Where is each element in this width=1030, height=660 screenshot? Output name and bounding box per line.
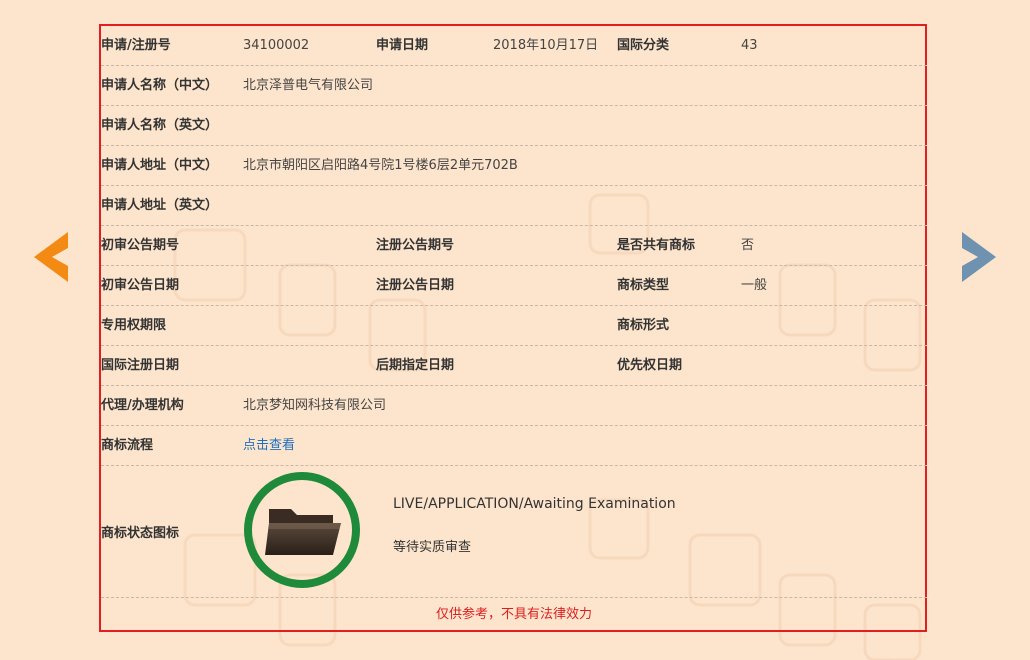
row-address-cn: 申请人地址（中文） 北京市朝阳区启阳路4号院1号楼6层2单元702B — [101, 146, 927, 186]
tm-form-label: 商标形式 — [617, 318, 670, 333]
row-address-en: 申请人地址（英文） — [101, 186, 927, 226]
address-en-label: 申请人地址（英文） — [101, 198, 219, 213]
trademark-detail-panel: 申请/注册号 34100002 申请日期 2018年10月17日 国际分类 43… — [99, 24, 927, 632]
row-applicant-cn: 申请人名称（中文） 北京泽普电气有限公司 — [101, 66, 927, 106]
status-cn: 等待实质审查 — [393, 540, 472, 555]
row-intl-dates: 国际注册日期 后期指定日期 优先权日期 — [101, 346, 927, 386]
reg-pub-date-label: 注册公告日期 — [376, 278, 455, 293]
reg-no-value: 34100002 — [243, 38, 310, 53]
disclaimer: 仅供参考，不具有法律效力 — [435, 607, 592, 622]
priority-date-label: 优先权日期 — [617, 358, 683, 373]
shared-label: 是否共有商标 — [617, 238, 696, 253]
row-prelim-date: 初审公告日期 注册公告日期 商标类型 一般 — [101, 266, 927, 306]
shared-value: 否 — [741, 238, 755, 253]
reg-no-label: 申请/注册号 — [101, 38, 171, 53]
applicant-cn-value: 北京泽普电气有限公司 — [243, 78, 374, 93]
status-section: 商标状态图标 LIVE/APPLICATION/Awaiting Examina… — [101, 466, 927, 598]
row-exclusive: 专用权期限 商标形式 — [101, 306, 927, 346]
applicant-en-label: 申请人名称（英文） — [101, 118, 219, 133]
prelim-date-label: 初审公告日期 — [101, 278, 180, 293]
applicant-cn-label: 申请人名称（中文） — [101, 78, 219, 93]
next-arrow-button[interactable] — [962, 232, 996, 282]
chevron-right-icon — [962, 232, 996, 282]
agency-label: 代理/办理机构 — [101, 398, 184, 413]
exclusive-label: 专用权期限 — [101, 318, 167, 333]
later-date-label: 后期指定日期 — [376, 358, 455, 373]
agency-value: 北京梦知网科技有限公司 — [243, 398, 387, 413]
intl-reg-date-label: 国际注册日期 — [101, 358, 180, 373]
intl-class-value: 43 — [741, 38, 758, 53]
row-applicant-en: 申请人名称（英文） — [101, 106, 927, 146]
address-cn-value: 北京市朝阳区启阳路4号院1号楼6层2单元702B — [243, 158, 518, 173]
reg-pub-no-label: 注册公告期号 — [376, 238, 455, 253]
address-cn-label: 申请人地址（中文） — [101, 158, 219, 173]
tm-type-label: 商标类型 — [617, 278, 670, 293]
status-label: 商标状态图标 — [101, 526, 180, 541]
row-registration: 申请/注册号 34100002 申请日期 2018年10月17日 国际分类 43 — [101, 26, 927, 66]
prelim-no-label: 初审公告期号 — [101, 238, 180, 253]
chevron-left-icon — [34, 232, 68, 282]
apply-date-label: 申请日期 — [376, 38, 429, 53]
apply-date-value: 2018年10月17日 — [493, 38, 599, 53]
status-en: LIVE/APPLICATION/Awaiting Examination — [393, 496, 676, 512]
previous-arrow-button[interactable] — [34, 232, 68, 282]
folder-icon — [244, 472, 360, 588]
tm-type-value: 一般 — [741, 278, 768, 293]
process-view-link[interactable]: 点击查看 — [243, 426, 295, 466]
row-prelim: 初审公告期号 注册公告期号 是否共有商标 否 — [101, 226, 927, 266]
intl-class-label: 国际分类 — [617, 38, 670, 53]
process-label: 商标流程 — [101, 438, 154, 453]
row-process: 商标流程 点击查看 — [101, 426, 927, 466]
row-agency: 代理/办理机构 北京梦知网科技有限公司 — [101, 386, 927, 426]
